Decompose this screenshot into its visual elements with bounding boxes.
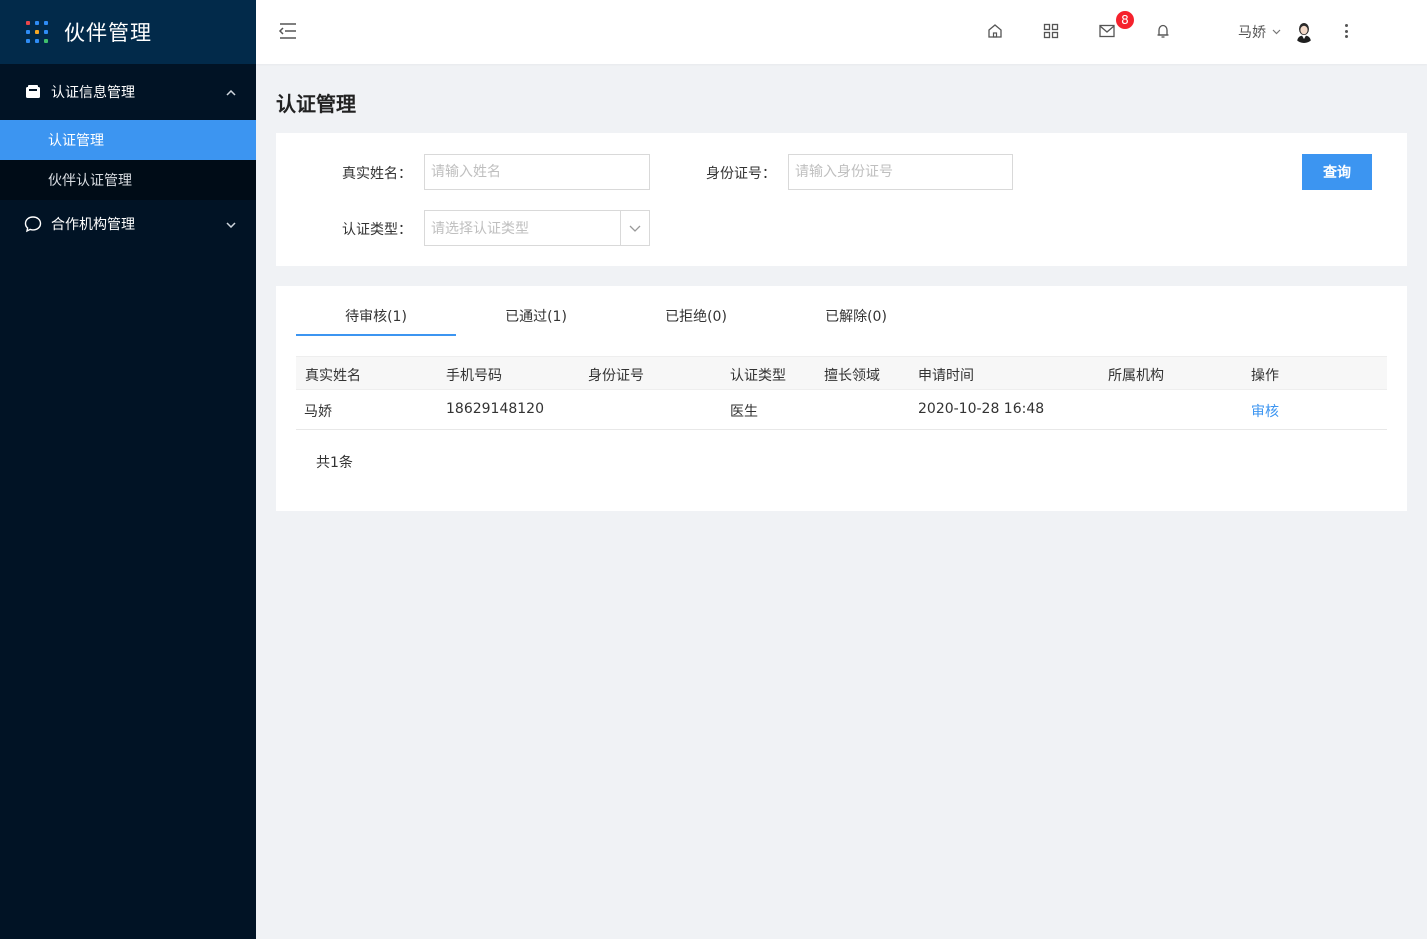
user-name: 马娇 [1238, 25, 1266, 41]
page-title: 认证管理 [276, 92, 356, 116]
sidebar: 伙伴管理 认证信息管理 认证管理 伙伴认证管理 合作机构管理 [0, 0, 256, 939]
cert-type-placeholder: 请选择认证类型 [431, 221, 529, 237]
name-label: 真实姓名： [342, 166, 412, 182]
apps-logo-icon [26, 21, 48, 43]
menu-group-label: 认证信息管理 [51, 85, 135, 101]
cert-type-select[interactable]: 请选择认证类型 [424, 210, 650, 246]
menu-group-partner-org[interactable]: 合作机构管理 [0, 200, 256, 248]
mail-badge: 8 [1114, 9, 1136, 31]
cert-type-label: 认证类型： [342, 222, 412, 238]
id-number-input[interactable] [788, 154, 1013, 190]
app-title: 伙伴管理 [64, 21, 152, 45]
brand-bar: 伙伴管理 [0, 0, 256, 64]
column-header: 手机号码 [446, 368, 502, 384]
home-icon[interactable] [986, 22, 1004, 40]
review-link[interactable]: 审核 [1251, 401, 1279, 421]
table-header: 真实姓名 手机号码 身份证号 认证类型 擅长领域 申请时间 所属机构 操作 [296, 356, 1387, 390]
chat-icon [24, 216, 42, 233]
sidebar-item-partner-cert-management[interactable]: 伙伴认证管理 [0, 160, 256, 200]
pagination-total: 共1条 [316, 455, 353, 471]
cert-table: 真实姓名 手机号码 身份证号 认证类型 擅长领域 申请时间 所属机构 操作 马娇… [296, 356, 1387, 430]
chevron-down-icon [1272, 27, 1281, 38]
column-header: 认证类型 [730, 368, 786, 384]
tab-pending[interactable]: 待审核(1) [296, 300, 456, 336]
column-header: 所属机构 [1108, 368, 1164, 384]
table-row: 马娇 18629148120 医生 2020-10-28 16:48 审核 [296, 390, 1387, 430]
column-header: 申请时间 [918, 368, 974, 384]
cell-name: 马娇 [304, 404, 332, 420]
avatar [1293, 21, 1315, 43]
mail-icon[interactable] [1098, 22, 1116, 40]
cell-apply-time: 2020-10-28 16:48 [918, 401, 1045, 417]
column-header: 真实姓名 [305, 368, 361, 384]
bell-icon[interactable] [1154, 22, 1172, 40]
inbox-icon [24, 84, 42, 100]
query-button[interactable]: 查询 [1302, 154, 1372, 190]
tab-approved[interactable]: 已通过(1) [456, 300, 616, 336]
chevron-up-icon [226, 86, 236, 99]
id-number-label: 身份证号： [706, 166, 776, 182]
apps-icon[interactable] [1042, 22, 1060, 40]
column-header: 身份证号 [588, 368, 644, 384]
top-header: 8 马娇 [256, 0, 1427, 64]
chevron-down-icon [620, 211, 649, 245]
tab-rejected[interactable]: 已拒绝(0) [616, 300, 776, 336]
name-input[interactable] [424, 154, 650, 190]
more-vertical-icon[interactable] [1342, 22, 1350, 40]
cell-type: 医生 [730, 404, 758, 420]
menu-group-cert-info[interactable]: 认证信息管理 [0, 64, 256, 120]
tab-released[interactable]: 已解除(0) [776, 300, 936, 336]
filter-panel: 真实姓名： 身份证号： 查询 认证类型： 请选择认证类型 [276, 133, 1407, 266]
cell-phone: 18629148120 [446, 401, 544, 417]
status-tabs: 待审核(1) 已通过(1) 已拒绝(0) 已解除(0) [296, 300, 936, 336]
menu-fold-icon[interactable] [278, 22, 298, 40]
column-header: 擅长领域 [824, 368, 880, 384]
user-menu[interactable]: 马娇 [1238, 20, 1315, 44]
column-header: 操作 [1251, 368, 1279, 384]
chevron-down-icon [226, 218, 236, 231]
menu-group-label: 合作机构管理 [51, 217, 135, 233]
list-panel: 待审核(1) 已通过(1) 已拒绝(0) 已解除(0) 真实姓名 手机号码 身份… [276, 286, 1407, 511]
sidebar-item-cert-management[interactable]: 认证管理 [0, 120, 256, 160]
